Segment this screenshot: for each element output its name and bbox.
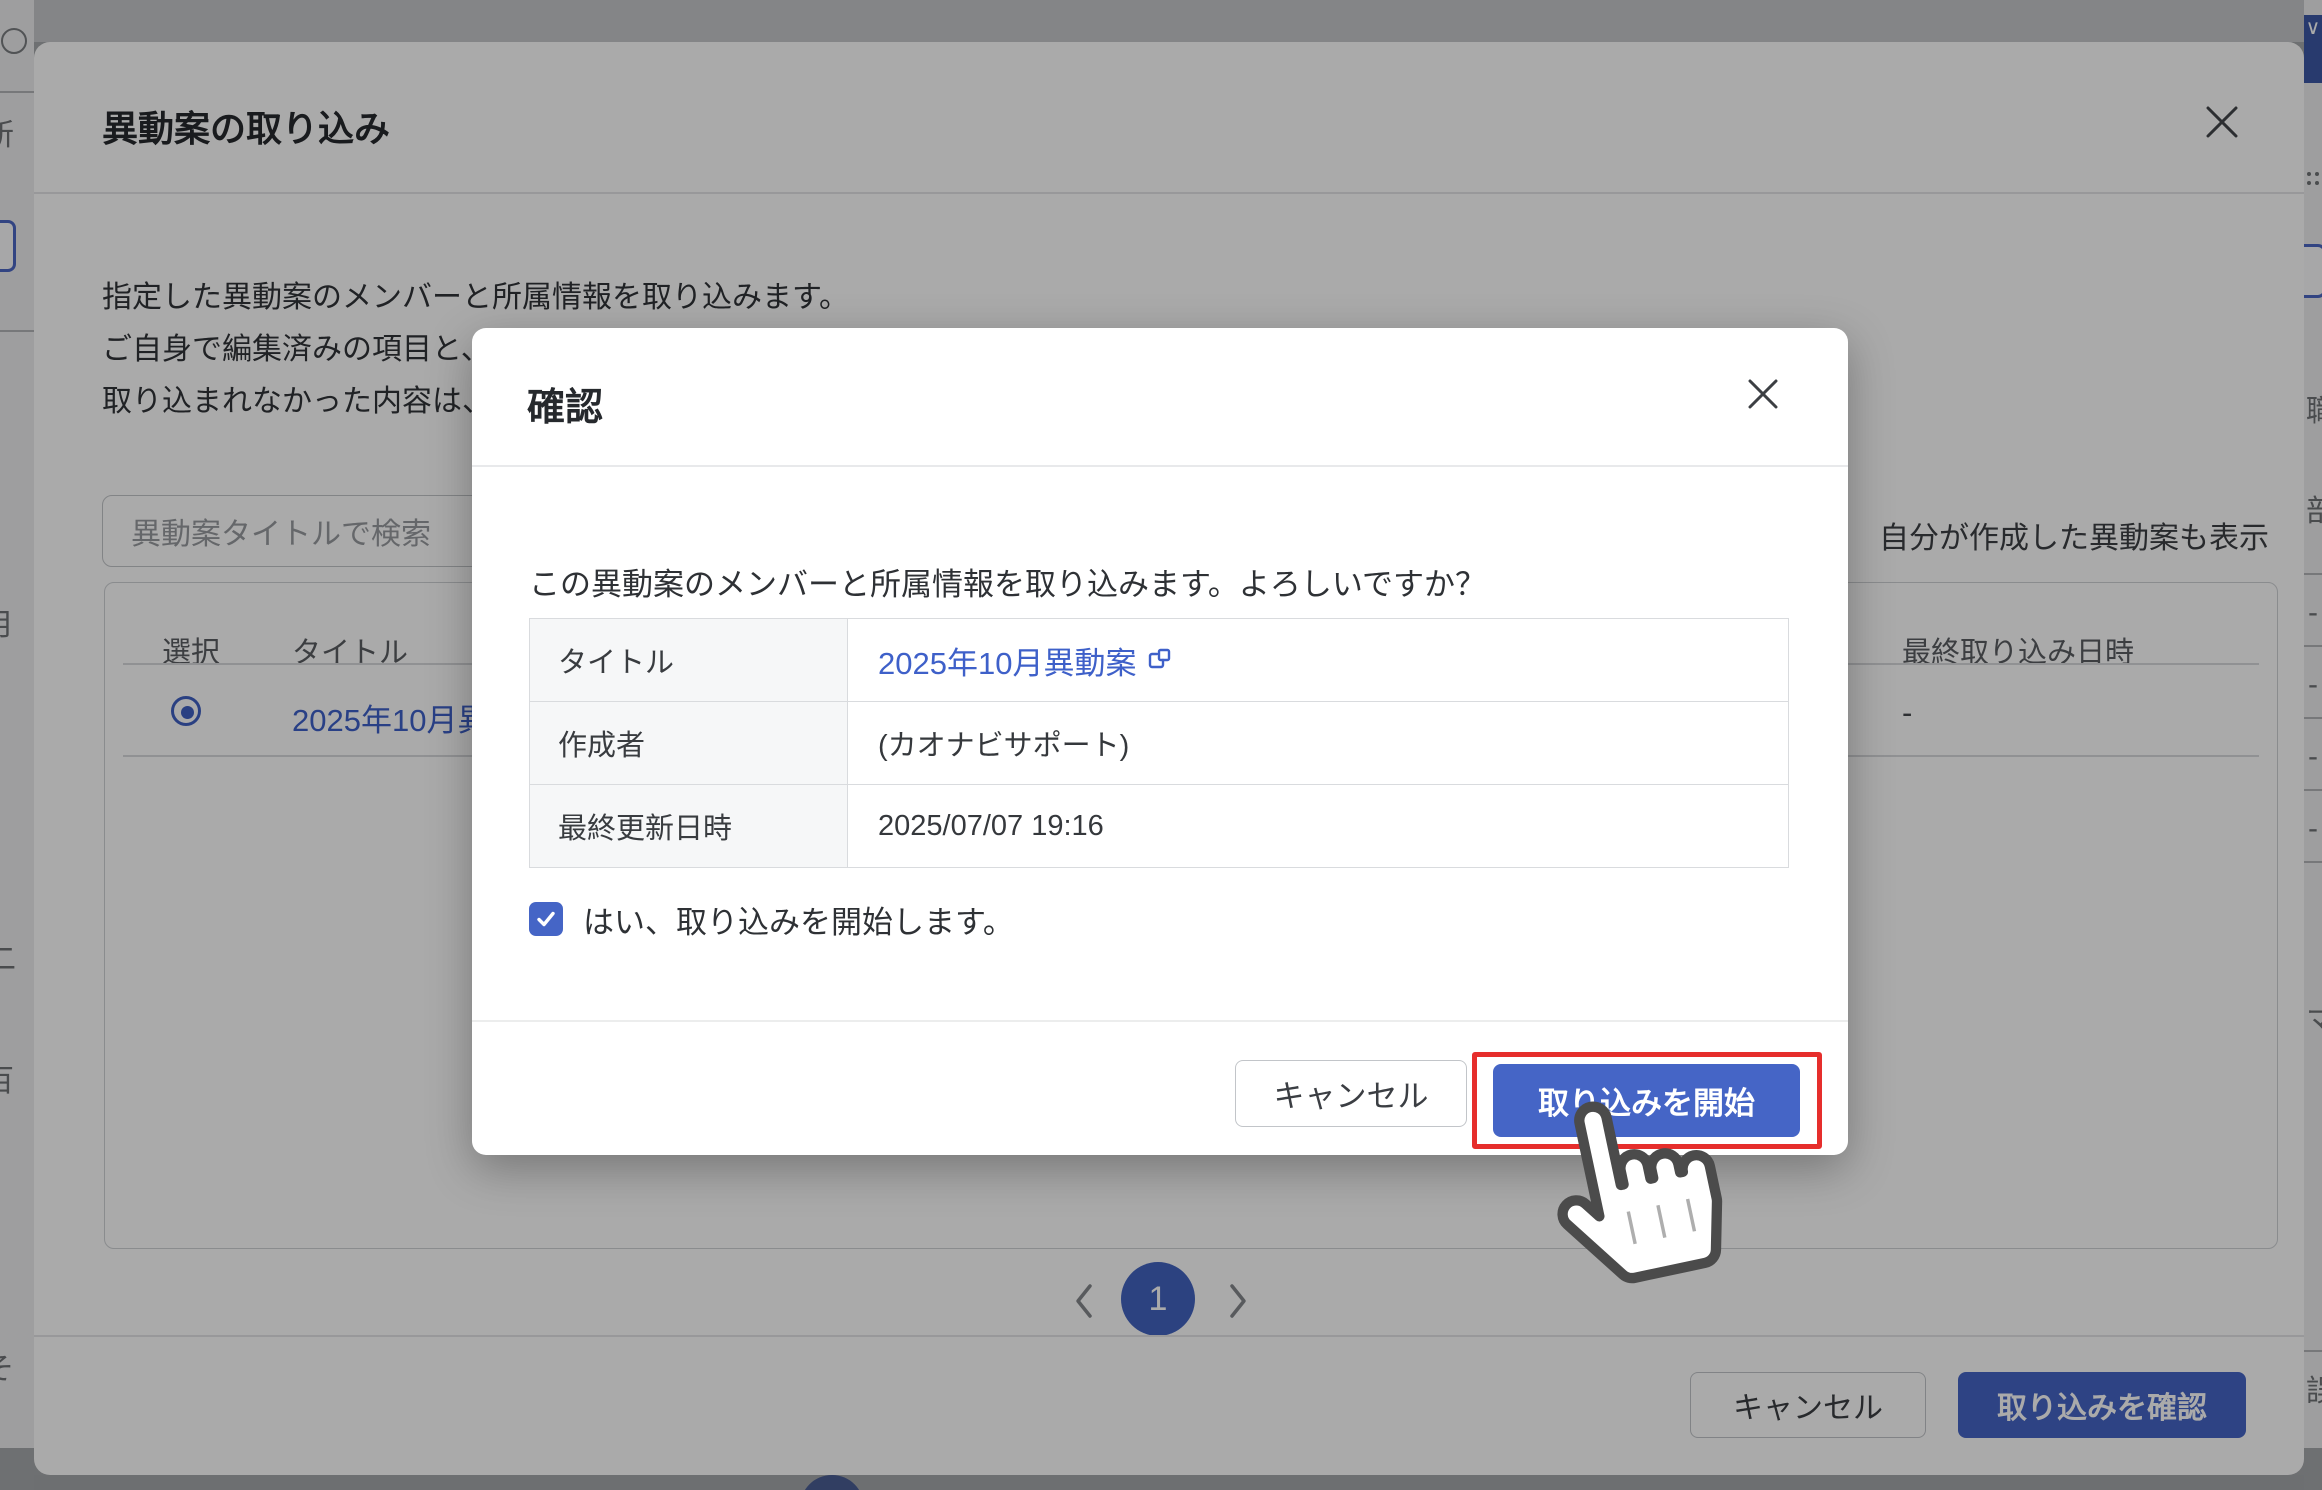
- checkbox-label[interactable]: はい、取り込みを開始します。: [583, 897, 1014, 942]
- detail-value: (カオナビサポート): [848, 702, 1789, 785]
- detail-label: タイトル: [530, 619, 848, 702]
- detail-label: 最終更新日時: [530, 785, 848, 868]
- start-import-checkbox-row: はい、取り込みを開始します。: [529, 901, 1014, 937]
- screen: 所 月 二 百 そ ∨ 職 部 - - - - マ 誤 異動案の取り込み: [0, 0, 2322, 1490]
- plan-title-text: 2025年10月異動案: [878, 638, 1136, 683]
- table-row: 作成者 (カオナビサポート): [530, 702, 1789, 785]
- external-link-icon: [1146, 647, 1172, 673]
- confirmation-message: この異動案のメンバーと所属情報を取り込みます。よろしいですか？: [529, 559, 1486, 604]
- start-import-checkbox-checked[interactable]: [529, 902, 563, 936]
- table-row: タイトル 2025年10月異動案: [530, 619, 1789, 702]
- cancel-button[interactable]: キャンセル: [1235, 1060, 1467, 1127]
- confirmation-dialog: 確認 この異動案のメンバーと所属情報を取り込みます。よろしいですか？ タイトル …: [472, 328, 1848, 1155]
- divider: [472, 1020, 1848, 1022]
- detail-value: 2025年10月異動案: [848, 619, 1789, 702]
- confirmation-title: 確認: [527, 376, 603, 431]
- start-import-button[interactable]: 取り込みを開始: [1493, 1064, 1800, 1137]
- detail-label: 作成者: [530, 702, 848, 785]
- close-icon[interactable]: [1741, 372, 1785, 416]
- table-row: 最終更新日時 2025/07/07 19:16: [530, 785, 1789, 868]
- plan-details-table: タイトル 2025年10月異動案 作成者 (カオナビサポ: [529, 618, 1789, 868]
- plan-title-link[interactable]: 2025年10月異動案: [878, 638, 1172, 683]
- checkmark-icon: [534, 907, 558, 931]
- detail-value: 2025/07/07 19:16: [848, 785, 1789, 868]
- divider: [472, 465, 1848, 467]
